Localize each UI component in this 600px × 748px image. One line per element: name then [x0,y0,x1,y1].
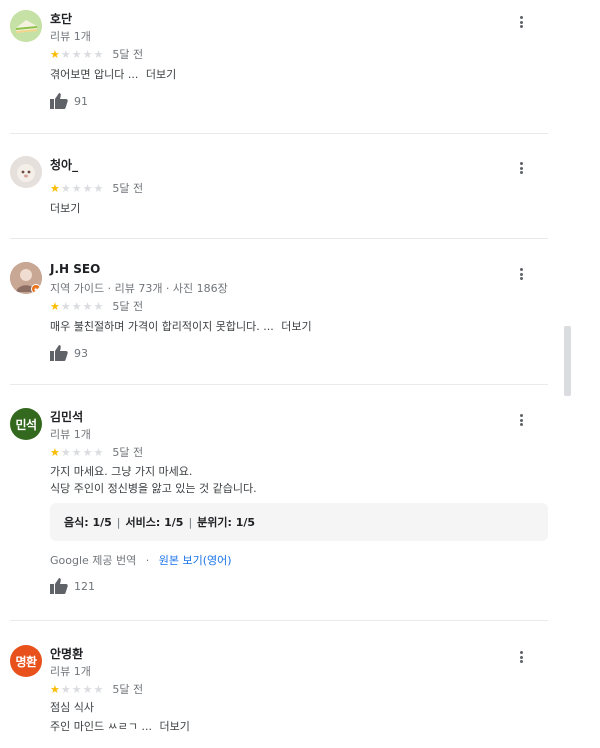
rating-row: ★★★★★ 5달 전 [50,681,143,697]
read-more-link[interactable]: 더보기 [281,320,311,333]
avatar-initials: 민석 [15,417,37,432]
review-text-line: 식당 주인이 정신병을 앓고 있는 것 같습니다. [50,482,257,495]
thumbs-up-icon [50,578,68,594]
review-time: 5달 전 [112,446,144,459]
avatar[interactable] [10,10,42,42]
translation-row: Google 제공 번역 · 원본 보기(영어) [50,554,232,567]
more-options-button[interactable] [514,14,528,30]
reviewer-meta: 리뷰 1개 [50,30,91,43]
avatar[interactable]: ★ [10,262,42,294]
avatar[interactable]: 민석 [10,408,42,440]
reviewer-meta: 지역 가이드 · 리뷰 73개 · 사진 186장 [50,282,228,295]
cake-photo-icon [10,10,42,42]
service-score: 서비스: 1/5 [125,516,184,529]
review-time: 5달 전 [112,48,144,61]
reviewer-meta: 리뷰 1개 [50,665,91,678]
review-card: 민석 김민석 리뷰 1개 ★★★★★ 5달 전 가지 마세요. 그냥 가지 마세… [10,408,548,598]
star-rating: ★★★★★ [50,682,105,696]
star-rating: ★★★★★ [50,47,105,61]
scrollbar-thumb[interactable] [564,326,571,396]
reviewer-name[interactable]: 청아_ [50,156,78,173]
more-options-button[interactable] [514,649,528,665]
reviewer-name[interactable]: 김민석 [50,408,83,425]
divider [10,238,548,239]
like-count: 91 [74,94,88,108]
review-text-line: 점심 식사 [50,701,94,714]
divider [10,384,548,385]
svg-text:★: ★ [33,286,38,293]
like-button[interactable]: 93 [50,345,88,361]
like-count: 121 [74,579,95,593]
review-time: 5달 전 [112,300,144,313]
reviewer-meta: 리뷰 1개 [50,428,91,441]
thumbs-up-icon [50,345,68,361]
review-text: 겪어보면 압니다 ... 더보기 [50,68,177,81]
review-text: 주인 마인드 ㅆㄹㄱ ... 더보기 [50,720,190,733]
rating-row: ★★★★★ 5달 전 [50,298,143,314]
read-more-link[interactable]: 더보기 [50,202,80,215]
review-text: 매우 불친절하며 가격이 합리적이지 못합니다. ... 더보기 [50,320,312,333]
food-score: 음식: 1/5 [64,516,112,529]
like-button[interactable]: 91 [50,93,88,109]
translation-label: Google 제공 번역 [50,554,137,567]
review-time: 5달 전 [112,683,144,696]
divider [10,620,548,621]
rating-row: ★★★★★ 5달 전 [50,46,143,62]
review-card: ★ J.H SEO 지역 가이드 · 리뷰 73개 · 사진 186장 ★★★★… [10,262,548,362]
star-rating: ★★★★★ [50,445,105,459]
reviewer-name[interactable]: J.H SEO [50,262,100,276]
star-rating: ★★★★★ [50,181,105,195]
profile-photo-icon [10,156,42,188]
review-text-line: 가지 마세요. 그냥 가지 마세요. [50,465,193,478]
view-original-link[interactable]: 원본 보기(영어) [159,554,232,567]
read-more-link[interactable]: 더보기 [146,68,176,81]
avatar[interactable]: 명환 [10,645,42,677]
sub-ratings-panel: 음식: 1/5 | 서비스: 1/5 | 분위기: 1/5 [50,503,548,541]
more-options-button[interactable] [514,412,528,428]
atmosphere-score: 분위기: 1/5 [197,516,256,529]
rating-row: ★★★★★ 5달 전 [50,180,143,196]
like-count: 93 [74,346,88,360]
profile-photo-icon: ★ [10,262,42,294]
reviewer-name[interactable]: 안명환 [50,645,83,662]
thumbs-up-icon [50,93,68,109]
read-more-link[interactable]: 더보기 [159,720,189,733]
like-button[interactable]: 121 [50,578,95,594]
review-card: 명환 안명환 리뷰 1개 ★★★★★ 5달 전 점심 식사 주인 마인드 ㅆㄹㄱ… [10,645,548,740]
review-card: 청아_ ★★★★★ 5달 전 더보기 [10,156,548,216]
review-text: 더보기 [50,200,80,217]
divider [10,133,548,134]
avatar[interactable] [10,156,42,188]
star-rating: ★★★★★ [50,299,105,313]
rating-row: ★★★★★ 5달 전 [50,444,143,460]
reviewer-name[interactable]: 호단 [50,10,72,27]
more-options-button[interactable] [514,160,528,176]
more-options-button[interactable] [514,266,528,282]
review-time: 5달 전 [112,182,144,195]
review-card: 호단 리뷰 1개 ★★★★★ 5달 전 겪어보면 압니다 ... 더보기 91 [10,10,548,110]
avatar-initials: 명환 [15,654,37,669]
